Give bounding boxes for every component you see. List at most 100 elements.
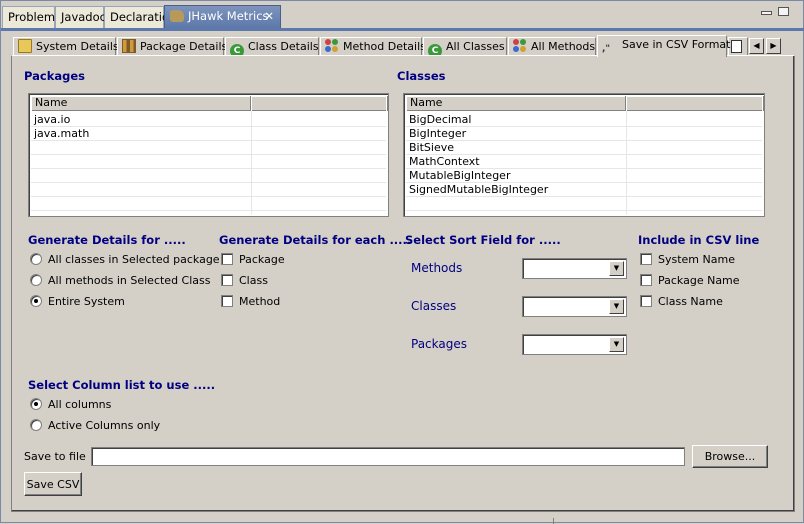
radio-selected-icon	[30, 295, 42, 307]
tab-package-details[interactable]: Package Details	[117, 37, 228, 57]
table-row[interactable]: MutableBigInteger	[406, 169, 762, 183]
maximize-icon[interactable]	[778, 7, 789, 16]
generate-for-heading: Generate Details for .....	[28, 233, 186, 247]
classes-heading: Classes	[397, 69, 446, 83]
table-row[interactable]: SignedMutableBigInteger	[406, 183, 762, 197]
table-row[interactable]: BigInteger	[406, 127, 762, 141]
method-icon	[325, 39, 339, 53]
table-cell	[31, 141, 34, 155]
option-label: Method	[239, 295, 281, 308]
view-tab-declaration[interactable]: Declaration	[104, 6, 176, 28]
radio-all-columns[interactable]: All columns	[30, 397, 111, 413]
table-row[interactable]	[31, 141, 386, 155]
browse-button[interactable]: Browse...	[692, 445, 768, 468]
column-list-heading: Select Column list to use .....	[28, 378, 216, 392]
table-cell	[31, 169, 34, 183]
packages-table[interactable]: Name java.io java.math	[28, 93, 389, 217]
option-label: All classes in Selected package	[48, 253, 220, 266]
table-header: Name	[31, 96, 388, 111]
tab-system-details[interactable]: System Details	[13, 37, 119, 57]
table-row[interactable]	[31, 169, 386, 183]
option-label: Package	[239, 253, 285, 266]
table-row[interactable]: java.io	[31, 113, 386, 127]
csv-icon: ,"	[602, 44, 611, 54]
radio-active-columns[interactable]: Active Columns only	[30, 418, 160, 434]
tab-class-details[interactable]: C Class Details	[225, 37, 319, 58]
tab-all-methods[interactable]: All Methods	[508, 37, 596, 57]
chevron-down-icon[interactable]: ▼	[609, 261, 624, 276]
minimize-icon[interactable]	[761, 11, 772, 15]
methods-sort-select[interactable]: ▼	[522, 258, 627, 279]
view-tab-label: Problems	[8, 10, 62, 24]
chevron-down-icon[interactable]: ▼	[609, 337, 624, 352]
table-cell	[31, 183, 34, 197]
checkbox-package[interactable]: Package	[221, 252, 285, 268]
classes-table[interactable]: Name BigDecimal BigInteger BitSieve Math…	[403, 93, 765, 217]
checkbox-class-name[interactable]: Class Name	[640, 294, 723, 310]
view-tab-jhawk-metrics[interactable]: JHawk Metrics ✕	[164, 5, 281, 28]
scroll-right-button[interactable]: ▶	[766, 38, 781, 54]
checkbox-system-name[interactable]: System Name	[640, 252, 735, 268]
checkbox-icon	[221, 274, 233, 286]
package-icon	[122, 39, 136, 53]
checkbox-method[interactable]: Method	[221, 294, 280, 310]
table-row[interactable]	[31, 155, 386, 169]
view-tab-underline	[1, 28, 804, 31]
close-icon[interactable]: ✕	[264, 6, 274, 26]
radio-selected-icon	[30, 398, 42, 410]
radio-all-classes[interactable]: All classes in Selected package	[30, 252, 220, 268]
column-header-name[interactable]: Name	[31, 96, 251, 111]
save-file-input[interactable]	[91, 447, 685, 466]
option-label: Class Name	[658, 295, 723, 308]
tab-save-csv[interactable]: ," Save in CSV Format	[597, 35, 730, 57]
tab-label: Package Details	[140, 40, 228, 53]
table-row[interactable]	[31, 183, 386, 197]
column-header-empty[interactable]	[251, 96, 388, 111]
chevron-down-icon[interactable]: ▼	[609, 299, 624, 314]
tab-method-details[interactable]: Method Details	[320, 37, 426, 57]
tab-label: Class Details	[248, 40, 319, 53]
sort-label-classes: Classes	[411, 299, 457, 313]
option-label: Class	[239, 274, 268, 287]
table-row[interactable]	[406, 197, 762, 211]
generate-each-heading: Generate Details for each .....	[219, 233, 412, 247]
tab-label: System Details	[36, 40, 119, 53]
checkbox-icon	[221, 253, 233, 265]
table-row[interactable]: BitSieve	[406, 141, 762, 155]
classes-sort-select[interactable]: ▼	[522, 296, 627, 317]
table-cell: BigDecimal	[409, 113, 472, 126]
checkbox-icon	[221, 295, 233, 307]
column-header-empty[interactable]	[626, 96, 764, 111]
method-icon	[513, 39, 527, 53]
radio-icon	[30, 419, 42, 431]
checkbox-package-name[interactable]: Package Name	[640, 273, 740, 289]
tab-all-classes[interactable]: C All Classes	[423, 37, 507, 58]
view-tab-javadoc[interactable]: Javadoc	[55, 6, 106, 28]
table-cell: SignedMutableBigInteger	[409, 183, 549, 196]
radio-entire-system[interactable]: Entire System	[30, 294, 125, 310]
document-icon	[731, 40, 742, 53]
option-label: System Name	[658, 253, 735, 266]
folder-icon	[18, 39, 32, 53]
save-csv-button[interactable]: Save CSV	[24, 472, 82, 496]
checkbox-class[interactable]: Class	[221, 273, 268, 289]
table-cell	[406, 197, 409, 211]
radio-icon	[30, 253, 42, 265]
option-label: Package Name	[658, 274, 740, 287]
scroll-left-button[interactable]: ◀	[749, 38, 764, 54]
sort-label-packages: Packages	[411, 337, 467, 351]
table-row[interactable]: BigDecimal	[406, 113, 762, 127]
option-label: All methods in Selected Class	[48, 274, 211, 287]
table-row[interactable]: java.math	[31, 127, 386, 141]
column-header-name[interactable]: Name	[406, 96, 626, 111]
table-header: Name	[406, 96, 764, 111]
table-cell: MutableBigInteger	[409, 169, 511, 182]
packages-sort-select[interactable]: ▼	[522, 334, 627, 355]
view-tab-problems[interactable]: Problems	[2, 6, 61, 28]
tab-overflow[interactable]	[728, 37, 748, 57]
table-row[interactable]	[31, 197, 386, 211]
radio-all-methods[interactable]: All methods in Selected Class	[30, 273, 211, 289]
view-tab-label: JHawk Metrics	[188, 9, 269, 23]
checkbox-icon	[640, 295, 652, 307]
table-row[interactable]: MathContext	[406, 155, 762, 169]
